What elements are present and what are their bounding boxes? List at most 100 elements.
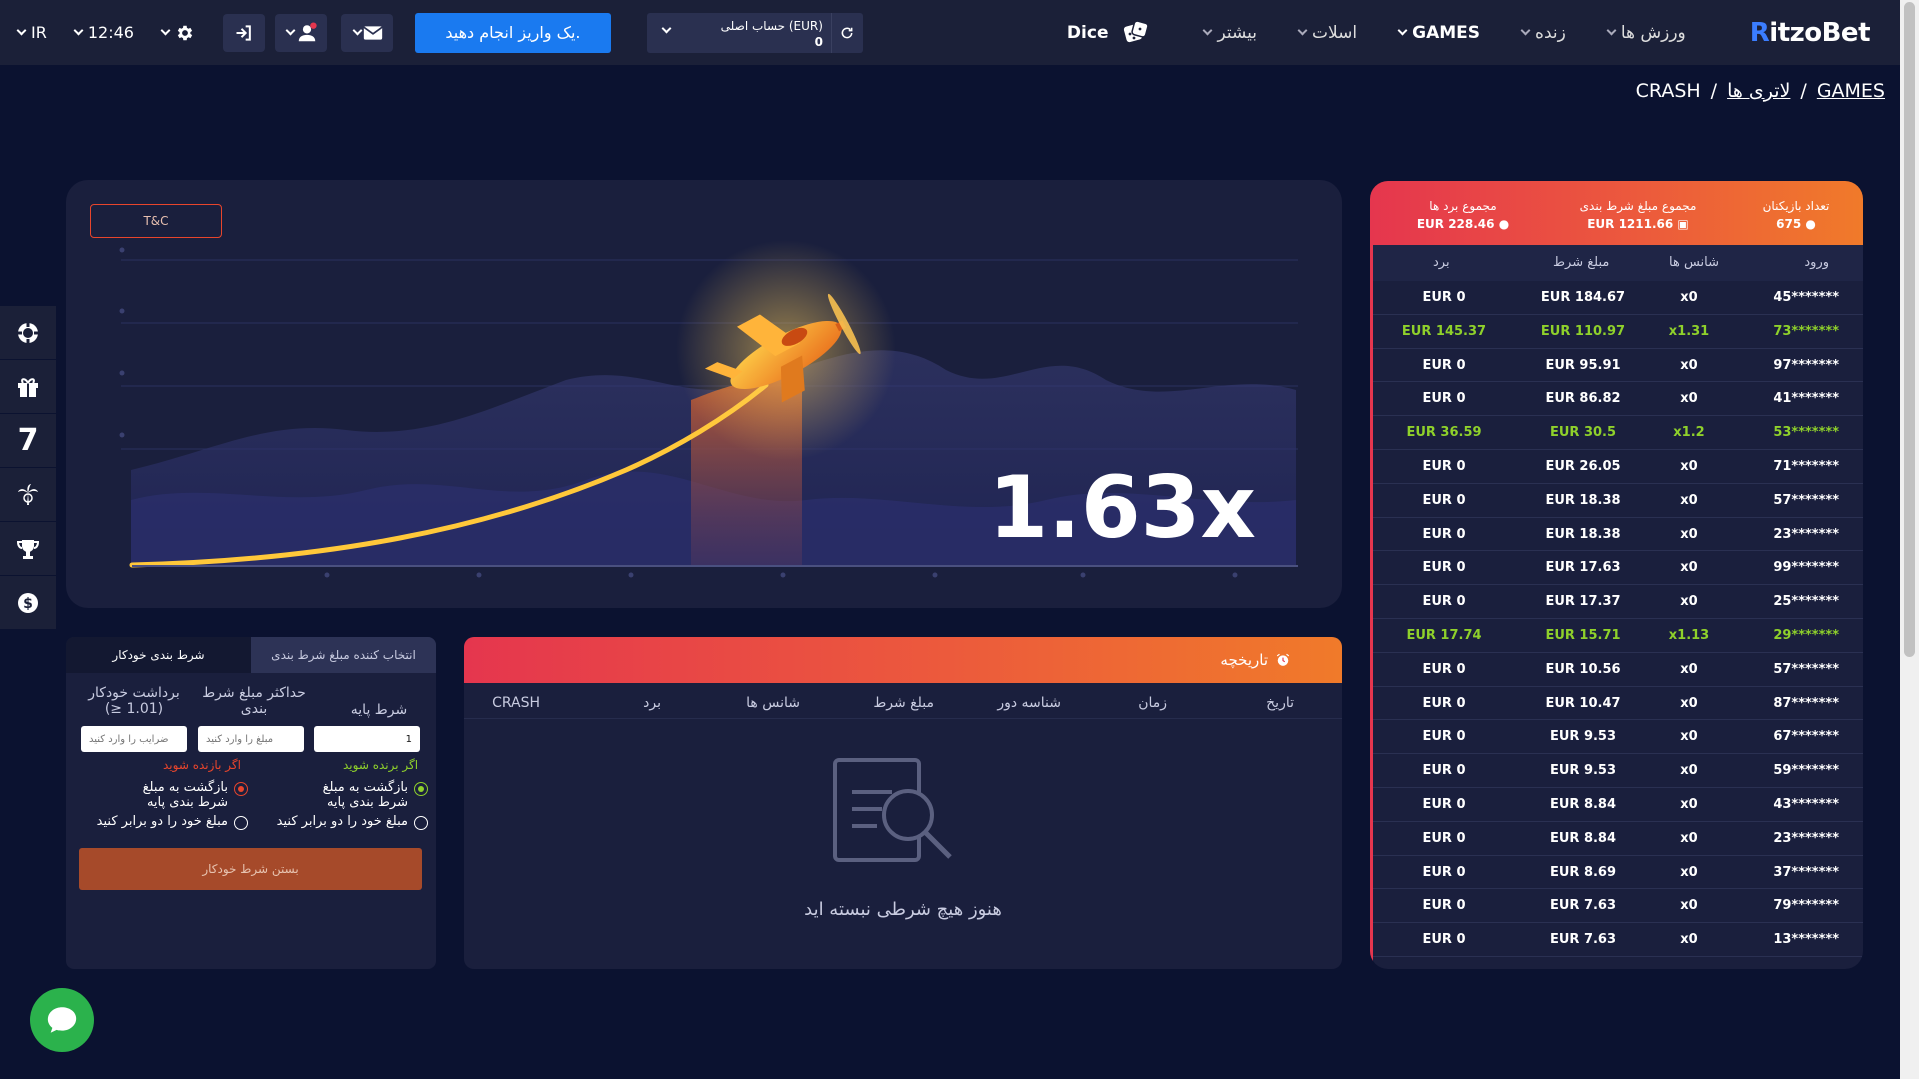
side-virtual-button[interactable] xyxy=(0,468,56,522)
row-user: 71******* xyxy=(1773,458,1839,474)
refresh-balance-button[interactable] xyxy=(830,12,863,53)
nav-slots-label: اسلات xyxy=(1312,22,1358,43)
settings-menu[interactable] xyxy=(158,23,195,43)
nav-slots[interactable]: اسلات xyxy=(1295,23,1357,43)
trophy-icon xyxy=(16,539,40,559)
breadcrumb-games[interactable]: GAMES xyxy=(1817,80,1885,102)
row-user: 99******* xyxy=(1773,560,1839,576)
side-bonus-button[interactable] xyxy=(0,360,56,414)
row-win: EUR 36.59 xyxy=(1406,425,1482,441)
max-bet-input[interactable] xyxy=(198,726,304,752)
row-win: EUR 0 xyxy=(1422,796,1466,812)
row-odds: x0 xyxy=(1680,695,1698,711)
lose-return-base-label: بازگشت به مبلغ شرط بندی پایه xyxy=(142,780,228,810)
total-bet-value: EUR 1211.66 xyxy=(1587,217,1674,231)
empty-history-message: هنوز هیچ شرطی نبسته اید xyxy=(804,899,1002,920)
language-selector[interactable]: IR xyxy=(14,23,47,42)
radio-selected[interactable] xyxy=(414,782,428,796)
nav-live-label: زنده xyxy=(1535,22,1566,43)
logout-button[interactable] xyxy=(222,13,265,52)
total-bet-value-row: EUR 1211.66 ▣ xyxy=(1563,215,1713,233)
chevron-down-icon xyxy=(1606,25,1617,35)
scrollbar-thumb[interactable] xyxy=(1904,2,1915,657)
row-win: EUR 0 xyxy=(1422,357,1466,373)
gift-icon xyxy=(18,377,38,397)
chevron-down-icon xyxy=(1520,25,1531,35)
base-bet-input[interactable] xyxy=(314,726,420,752)
account-balance: 0 xyxy=(814,34,823,49)
row-win: EUR 0 xyxy=(1422,932,1466,948)
live-bets-panel: تعداد بازیکنان 675 ● مجموع مبلغ شرط بندی… xyxy=(1370,181,1863,969)
site-logo[interactable]: RitzoBet xyxy=(1750,18,1871,48)
live-bet-row: 29******* x1.13 EUR 15.71 EUR 17.74 xyxy=(1373,619,1863,653)
terms-button[interactable]: T&C xyxy=(90,204,222,238)
lose-double-option[interactable]: مبلغ خود را دو برابر کنید xyxy=(76,814,248,830)
row-win: EUR 0 xyxy=(1422,458,1466,474)
row-odds: x0 xyxy=(1680,357,1698,373)
row-user: 45******* xyxy=(1773,290,1839,305)
radio-unselected[interactable] xyxy=(414,816,428,830)
gear-icon xyxy=(177,25,193,40)
chat-bubble-icon xyxy=(47,1007,77,1033)
envelope-icon xyxy=(363,25,384,40)
clock[interactable]: 12:46 xyxy=(71,23,134,42)
side-casino-button[interactable] xyxy=(0,306,56,360)
messages-menu[interactable] xyxy=(340,13,393,52)
side-lottery-button[interactable]: 7 xyxy=(0,414,56,468)
row-win: EUR 0 xyxy=(1422,492,1466,508)
auto-cashout-input[interactable] xyxy=(81,726,187,752)
row-user: 13******* xyxy=(1773,932,1839,948)
radio-selected[interactable] xyxy=(234,782,248,796)
chevron-down-icon xyxy=(16,25,27,35)
live-bet-row: 71******* x0 EUR 26.05 EUR 0 xyxy=(1373,450,1863,484)
auto-bet-panel: شرط بندی خودکار انتخاب کننده مبلغ شرط بن… xyxy=(66,637,436,969)
profile-menu[interactable] xyxy=(274,13,327,52)
side-tournament-button[interactable] xyxy=(0,522,56,576)
seven-icon: 7 xyxy=(17,423,39,458)
row-bet: EUR 7.63 xyxy=(1549,932,1617,948)
row-win: EUR 0 xyxy=(1422,830,1466,846)
row-win: EUR 0 xyxy=(1422,729,1466,745)
nav-live[interactable]: زنده xyxy=(1518,23,1566,43)
radio-unselected[interactable] xyxy=(234,816,248,830)
deposit-button[interactable]: یک واریز انجام دهید. xyxy=(414,12,611,53)
side-cashier-button[interactable]: $ xyxy=(0,576,56,630)
row-win: EUR 0 xyxy=(1422,695,1466,711)
history-col-odds: شانس ها xyxy=(746,695,800,711)
user-icon: ● xyxy=(1805,217,1816,231)
base-bet-label: شرط پایه xyxy=(350,702,408,718)
tab-auto-bet[interactable]: شرط بندی خودکار xyxy=(66,637,251,673)
total-win-value-row: EUR 228.46 ● xyxy=(1393,215,1533,233)
user-icon xyxy=(299,21,318,41)
row-odds: x0 xyxy=(1680,864,1698,880)
row-bet: EUR 184.67 xyxy=(1540,290,1626,305)
nav-sports[interactable]: ورزش ها xyxy=(1604,23,1686,43)
row-win: EUR 0 xyxy=(1422,560,1466,576)
page-scrollbar[interactable] xyxy=(1900,0,1919,1079)
row-win: EUR 0 xyxy=(1422,391,1466,407)
live-bet-row: 43******* x0 EUR 8.84 EUR 0 xyxy=(1373,788,1863,822)
row-odds: x0 xyxy=(1680,594,1698,610)
breadcrumb-separator: / xyxy=(1800,80,1807,102)
tab-bet-amount-picker[interactable]: انتخاب کننده مبلغ شرط بندی xyxy=(251,637,436,673)
live-bet-row: 59******* x0 EUR 9.53 EUR 0 xyxy=(1373,754,1863,788)
breadcrumb-lotteries[interactable]: لاتری ها xyxy=(1727,80,1790,102)
lose-return-base-option[interactable]: بازگشت به مبلغ شرط بندی پایه xyxy=(76,780,248,810)
row-win: EUR 0 xyxy=(1422,763,1466,779)
players-count-value: 675 ● xyxy=(1741,215,1851,233)
dollar-icon: $ xyxy=(18,592,38,613)
win-double-label: مبلغ خود را دو برابر کنید xyxy=(276,814,408,829)
row-user: 87******* xyxy=(1773,695,1839,711)
win-return-base-option[interactable]: بازگشت به مبلغ شرط بندی پایه xyxy=(256,780,428,810)
live-chat-button[interactable] xyxy=(30,988,94,1052)
bet-history-panel: تاریخچه تاریخ زمان شناسه دور مبلغ شرط شا… xyxy=(464,637,1342,969)
history-columns: تاریخ زمان شناسه دور مبلغ شرط شانس ها بر… xyxy=(464,683,1342,719)
row-win: EUR 0 xyxy=(1422,864,1466,880)
nav-dice[interactable]: Dice xyxy=(1067,19,1151,46)
history-col-time: زمان xyxy=(1138,695,1167,711)
nav-games[interactable]: GAMES xyxy=(1395,23,1480,43)
win-double-option[interactable]: مبلغ خود را دو برابر کنید xyxy=(256,814,428,830)
nav-more[interactable]: بیشتر xyxy=(1200,23,1257,43)
place-auto-bet-button[interactable]: بستن شرط خودکار xyxy=(79,848,422,890)
account-balance-selector[interactable]: حساب اصلی (EUR) 0 xyxy=(646,12,863,53)
